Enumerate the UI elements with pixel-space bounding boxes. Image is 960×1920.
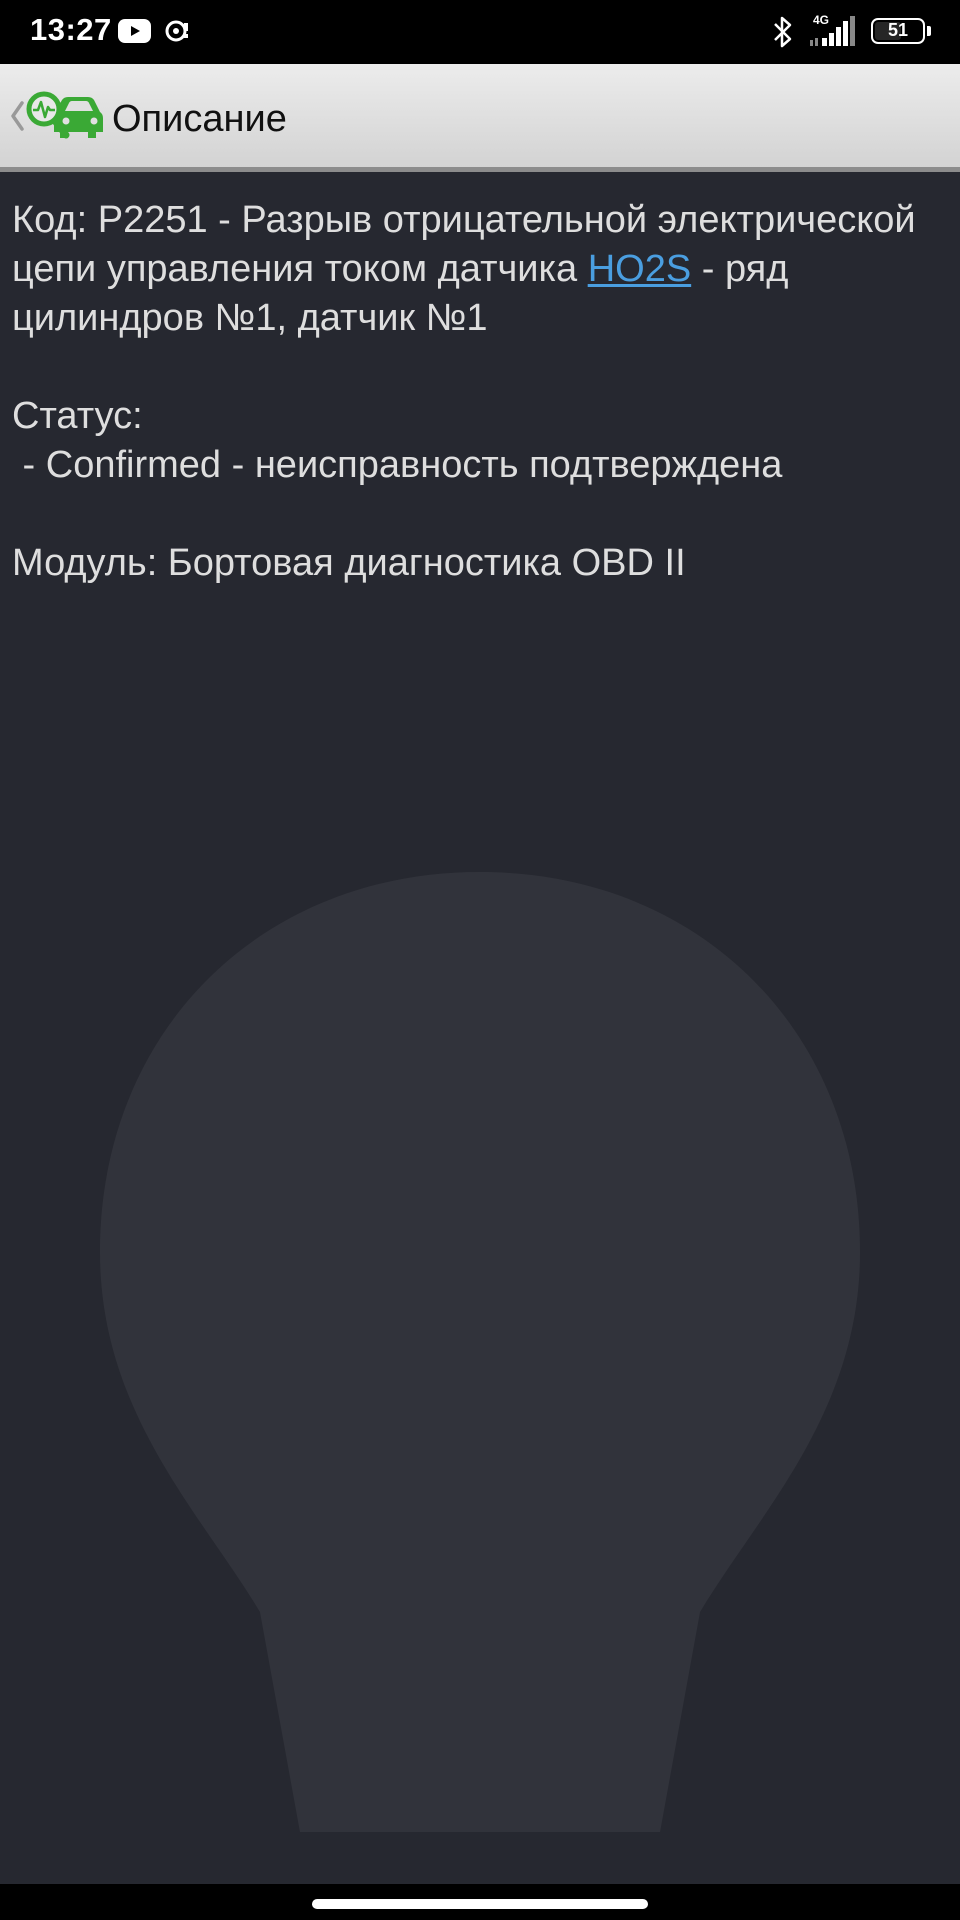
sync-icon xyxy=(162,17,190,50)
signal-icon xyxy=(808,14,862,53)
bluetooth-icon xyxy=(771,15,795,54)
battery-icon: 51 xyxy=(871,18,925,44)
battery-tip xyxy=(927,26,931,36)
page-title: Описание xyxy=(112,98,287,140)
ho2s-link[interactable]: HO2S xyxy=(588,248,691,290)
code-line: Код: P2251 - Разрыв отрицательной электр… xyxy=(12,196,957,343)
car-diagnostics-app-icon[interactable] xyxy=(24,88,104,151)
watermark-icon xyxy=(60,852,900,1865)
module-line: Модуль: Бортовая диагностика OBD II xyxy=(12,542,686,584)
status-label: Статус: xyxy=(12,395,143,437)
action-bar: Описание xyxy=(0,64,960,172)
description-text: Код: P2251 - Разрыв отрицательной электр… xyxy=(12,196,957,588)
status-value: - Confirmed - неисправность подтверждена xyxy=(12,444,783,486)
description-content: Код: P2251 - Разрыв отрицательной электр… xyxy=(0,172,960,1884)
youtube-icon xyxy=(118,19,151,43)
battery-level: 51 xyxy=(887,20,909,40)
status-time: 13:27 xyxy=(30,12,112,47)
status-bar: 13:27 4G 51 xyxy=(0,0,960,64)
navigation-bar xyxy=(0,1884,960,1920)
home-indicator[interactable] xyxy=(312,1899,648,1909)
